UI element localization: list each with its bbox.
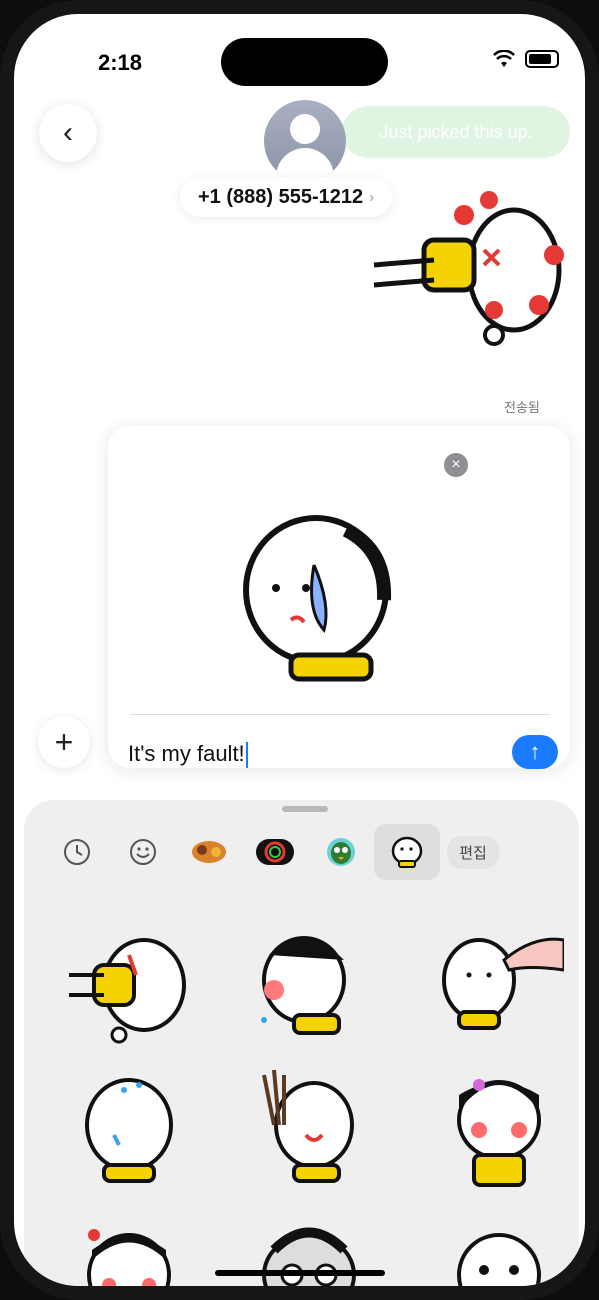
contact-name-chip[interactable]: +1 (888) 555-1212 ›	[180, 177, 393, 217]
home-indicator[interactable]	[215, 1270, 385, 1276]
sticker-item[interactable]	[434, 920, 564, 1050]
message-input-value: It's my fault!	[128, 741, 245, 766]
sticker-pack-icon	[327, 838, 355, 866]
sticker-pack-icon	[391, 836, 423, 868]
avatar-head	[290, 114, 320, 144]
tray-grabber[interactable]	[282, 806, 328, 812]
delivery-status: 전송됨	[504, 400, 540, 415]
close-icon: ×	[451, 456, 461, 473]
tab-edit[interactable]: 편집	[440, 824, 506, 880]
sticker-item[interactable]	[244, 1065, 374, 1195]
arrow-up-icon: ↑	[529, 739, 541, 764]
text-cursor	[245, 742, 248, 769]
compose-divider	[130, 714, 550, 715]
send-button[interactable]: ↑	[512, 735, 558, 769]
compose-card: × It's my fault! ↑	[108, 426, 570, 769]
message-bubble[interactable]: Just picked this up.	[342, 106, 570, 158]
tab-sticker-pack-1[interactable]	[176, 824, 242, 880]
back-button[interactable]: ‹	[39, 104, 97, 162]
sticker-pack-icon	[256, 839, 294, 865]
tab-sticker-pack-4-selected[interactable]	[374, 824, 440, 880]
contact-avatar[interactable]	[264, 100, 346, 182]
smiley-icon	[130, 839, 156, 865]
sticker-tabs: 편집	[44, 824, 564, 880]
tab-sticker-pack-3[interactable]	[308, 824, 374, 880]
plus-icon: +	[54, 723, 74, 760]
message-input[interactable]: It's my fault!	[128, 741, 248, 769]
edit-button: 편집	[447, 835, 499, 869]
sticker-item[interactable]	[64, 1065, 194, 1195]
sticker-tray: 편집	[24, 800, 579, 1286]
add-attachment-button[interactable]: +	[38, 716, 90, 768]
attached-sticker-image	[243, 515, 392, 682]
sticker-pack-icon	[192, 841, 226, 863]
dynamic-island	[221, 38, 388, 86]
tab-sticker-pack-2[interactable]	[242, 824, 308, 880]
sticker-item[interactable]	[64, 920, 194, 1050]
sticker-item[interactable]	[434, 1215, 564, 1286]
battery-icon	[525, 50, 559, 68]
clock-icon	[64, 839, 90, 865]
contact-name: +1 (888) 555-1212	[198, 185, 364, 208]
sticker-item[interactable]	[64, 1215, 194, 1286]
status-icons	[493, 50, 559, 68]
sent-sticker-image[interactable]	[364, 180, 564, 350]
tab-emoji[interactable]	[110, 824, 176, 880]
screen: 2:18 ‹ Just picked this up. +1 (888) 555…	[14, 14, 585, 1286]
sticker-item[interactable]	[434, 1065, 564, 1195]
tab-recent[interactable]	[44, 824, 110, 880]
phone-frame: 2:18 ‹ Just picked this up. +1 (888) 555…	[0, 0, 599, 1300]
remove-attachment-button[interactable]: ×	[444, 453, 468, 477]
wifi-icon	[493, 50, 515, 67]
status-time: 2:18	[98, 50, 143, 75]
chevron-left-icon: ‹	[63, 116, 73, 149]
sticker-item[interactable]	[244, 920, 374, 1050]
